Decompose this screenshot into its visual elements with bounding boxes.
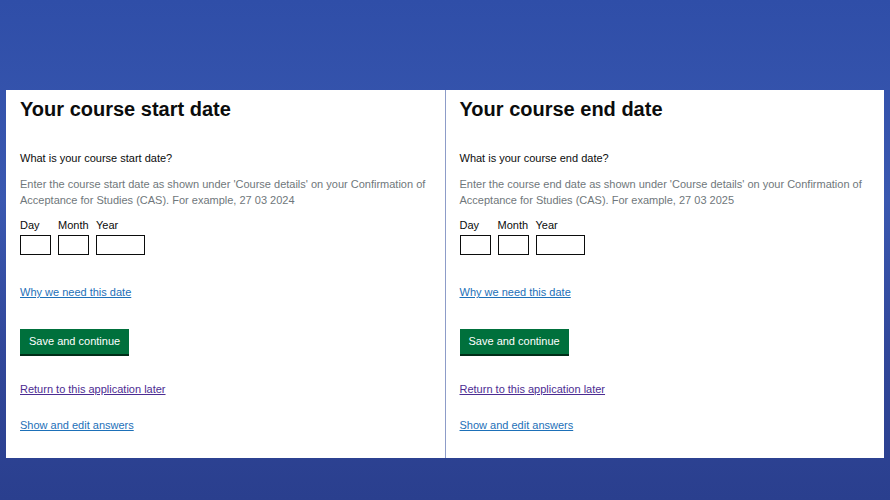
date-field: Day: [20, 218, 51, 255]
field-label: Month: [498, 218, 529, 232]
date-field: Year: [536, 218, 585, 255]
date-field: Month: [58, 218, 89, 255]
date-field: Year: [96, 218, 145, 255]
background-photo: Your course start date What is your cours…: [0, 0, 890, 500]
date-input-group: Day Month Year: [20, 218, 435, 255]
date-input[interactable]: [20, 235, 51, 255]
date-input[interactable]: [536, 235, 585, 255]
date-input[interactable]: [96, 235, 145, 255]
field-label: Day: [20, 218, 51, 232]
link-row: Return to this application later: [460, 376, 875, 400]
save-button[interactable]: Save and continue: [20, 329, 129, 353]
nav-link-item[interactable]: Return to this application later: [20, 382, 166, 396]
button-row: Save and continue: [20, 329, 435, 375]
page-title: Your course end date: [460, 96, 875, 122]
help-row: Why we need this date: [460, 279, 875, 303]
form-panel: Your course end date What is your course …: [446, 90, 885, 458]
date-input[interactable]: [58, 235, 89, 255]
link-row: Show and edit answers: [460, 412, 875, 436]
nav-link-item[interactable]: Show and edit answers: [460, 418, 574, 432]
field-label: Year: [96, 218, 145, 232]
field-label: Month: [58, 218, 89, 232]
help-link[interactable]: Why we need this date: [460, 285, 571, 299]
date-field: Month: [498, 218, 529, 255]
date-input[interactable]: [460, 235, 491, 255]
hint-text: Enter the course start date as shown und…: [20, 177, 435, 208]
hint-text: Enter the course end date as shown under…: [460, 177, 875, 208]
question-label: What is your course start date?: [20, 151, 435, 165]
question-label: What is your course end date?: [460, 151, 875, 165]
save-button[interactable]: Save and continue: [460, 329, 569, 353]
date-input[interactable]: [498, 235, 529, 255]
help-link[interactable]: Why we need this date: [20, 285, 131, 299]
button-row: Save and continue: [460, 329, 875, 375]
field-label: Day: [460, 218, 491, 232]
help-row: Why we need this date: [20, 279, 435, 303]
date-input-group: Day Month Year: [460, 218, 875, 255]
page-title: Your course start date: [20, 96, 435, 122]
date-field: Day: [460, 218, 491, 255]
field-label: Year: [536, 218, 585, 232]
form-panel: Your course start date What is your cours…: [6, 90, 445, 458]
link-row: Show and edit answers: [20, 412, 435, 436]
panels: Your course start date What is your cours…: [6, 90, 884, 458]
link-row: Return to this application later: [20, 376, 435, 400]
nav-link-item[interactable]: Return to this application later: [460, 382, 606, 396]
nav-link-item[interactable]: Show and edit answers: [20, 418, 134, 432]
